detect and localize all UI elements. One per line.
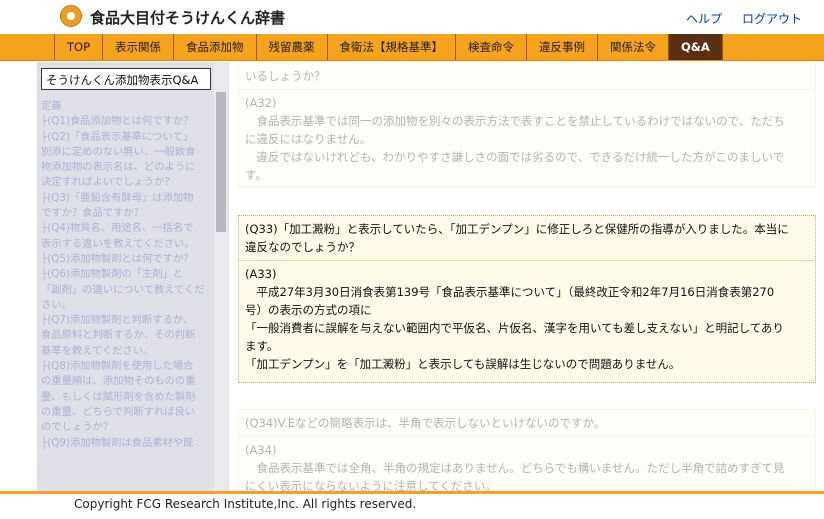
answer-text: 「加工デンプン」を「加工澱粉」と表示しても誤解は生じないので問題ありません。 bbox=[245, 357, 681, 371]
nav-top[interactable]: TOP bbox=[54, 34, 102, 60]
qa-card-33: (Q33)「加工澱粉」と表示していたら、「加工デンプン」に修正しろと保健所の指導… bbox=[238, 215, 816, 383]
answer-label: (A33) bbox=[245, 267, 277, 281]
nav-labeling[interactable]: 表示関係 bbox=[102, 34, 173, 60]
sidebar-item[interactable]: ├(Q7)添加物製剤と判断するか、 bbox=[41, 313, 213, 328]
answer-text: 食品表示基準では同一の添加物を別々の表示方法で表すことを禁止しているわけではない… bbox=[245, 114, 785, 128]
sidebar-item[interactable]: 基準を教えてください。 bbox=[41, 344, 213, 359]
sidebar-item[interactable]: 決定すればよいでしょうか？ bbox=[41, 175, 213, 190]
header-links: ヘルプ ログアウト bbox=[670, 10, 802, 27]
logo-icon bbox=[60, 5, 82, 27]
sidebar-item[interactable]: の重量順は、添加物そのものの重 bbox=[41, 374, 213, 389]
sidebar-item[interactable]: のでしょうか？ bbox=[41, 420, 213, 435]
sidebar-item[interactable]: ├(Q6)添加物製剤の「主剤」と bbox=[41, 267, 213, 282]
sidebar-list: 定義 ├(Q1)食品添加物とは何ですか？ ├(Q2)「食品表示基準について」 別… bbox=[41, 99, 213, 451]
nav-food-sanitation[interactable]: 食衛法【規格基準】 bbox=[326, 34, 456, 60]
sidebar-item[interactable]: ├(Q5)添加物製剤とは何ですか？ bbox=[41, 252, 213, 267]
question-text: (Q33)「加工澱粉」と表示していたら、「加工デンプン」に修正しろと保健所の指導… bbox=[239, 216, 815, 260]
answer-text: 食品表示基準では全角、半角の規定はありません。どちらでも構いません。ただし半角で… bbox=[245, 461, 785, 475]
nav-pesticides[interactable]: 残留農薬 bbox=[255, 34, 327, 60]
sidebar-item[interactable]: 物添加物の表示名は、どのように bbox=[41, 160, 213, 175]
nav-laws[interactable]: 関係法令 bbox=[597, 34, 668, 60]
answer-text: にくい表示にならないように注意してください。 bbox=[245, 479, 497, 492]
nav-violations[interactable]: 違反事例 bbox=[526, 34, 597, 60]
sidebar-item[interactable]: ├(Q9)添加物製剤は食品素材や既 bbox=[41, 436, 213, 451]
answer-text: 号）の表示の方式の項に bbox=[245, 303, 372, 317]
qa-card-34: (Q34)V.Eなどの簡略表示は、半角で表示しないといけないのですか。 (A34… bbox=[238, 409, 816, 492]
sidebar-title: そうけんくん添加物表示Q&A bbox=[41, 68, 211, 90]
sidebar-item[interactable]: さい。 bbox=[41, 298, 213, 313]
answer-block: (A32) 食品表示基準では同一の添加物を別々の表示方法で表すことを禁止している… bbox=[239, 89, 815, 188]
sidebar-item[interactable]: 定義 bbox=[41, 99, 213, 114]
answer-text: 違反ではないけれども、わかりやすさ謙しさの面では劣るので、できるだけ統一した方が… bbox=[245, 150, 785, 164]
sidebar-item[interactable]: 量、もしくは賦形剤を含めた製剤 bbox=[41, 390, 213, 405]
scrollbar-thumb[interactable] bbox=[216, 92, 226, 232]
sidebar-item[interactable]: の重量、どちらで判断すれば良い bbox=[41, 405, 213, 420]
help-link[interactable]: ヘルプ bbox=[686, 12, 722, 26]
site-title: 食品大目付そうけんくん辞書 bbox=[90, 9, 286, 27]
answer-block: (A34) 食品表示基準では全角、半角の規定はありません。どちらでも構いません。… bbox=[239, 436, 815, 492]
answer-text: す。 bbox=[245, 168, 267, 182]
question-line: 違反なのでしょうか？ bbox=[245, 240, 360, 254]
answer-label: (A32) bbox=[245, 96, 277, 110]
answer-text: ます。 bbox=[245, 339, 279, 353]
question-text: (Q34)V.Eなどの簡略表示は、半角で表示しないといけないのですか。 bbox=[245, 416, 606, 430]
sidebar-item[interactable]: ├(Q1)食品添加物とは何ですか？ bbox=[41, 114, 213, 129]
sidebar-item[interactable]: ├(Q3)「亜鉛含有酵母」は添加物 bbox=[41, 191, 213, 206]
question-line: (Q33)「加工澱粉」と表示していたら、「加工デンプン」に修正しろと保健所の指導… bbox=[245, 222, 789, 236]
sidebar-item[interactable]: ├(Q8)添加物製剤を使用した場合 bbox=[41, 359, 213, 374]
sidebar-item[interactable]: ├(Q2)「食品表示基準について」 bbox=[41, 130, 213, 145]
footer-divider bbox=[0, 491, 824, 494]
sidebar-scrollbar[interactable] bbox=[214, 62, 228, 492]
answer-text: 平成27年3月30日消食表第139号「食品表示基準について」（最終改正令和2年7… bbox=[245, 285, 775, 299]
nav-qa[interactable]: Q&A bbox=[668, 34, 723, 60]
copyright: Copyright FCG Research Institute,Inc. Al… bbox=[74, 497, 417, 511]
logout-link[interactable]: ログアウト bbox=[742, 12, 802, 26]
nav-additives[interactable]: 食品添加物 bbox=[173, 34, 256, 60]
sidebar-item[interactable]: 表示する違いを教えてください。 bbox=[41, 237, 213, 252]
qa-card-32: いるしょうか？ (A32) 食品表示基準では同一の添加物を別々の表示方法で表すこ… bbox=[238, 62, 816, 188]
answer-text: 「一般消費者に誤解を与えない範囲内で平仮名、片仮名、漢字を用いても差し支えない」… bbox=[245, 321, 784, 335]
qa-content: いるしょうか？ (A32) 食品表示基準では同一の添加物を別々の表示方法で表すこ… bbox=[236, 62, 821, 492]
sidebar-item[interactable]: ├(Q4)物質名、用途名、一括名で bbox=[41, 221, 213, 236]
answer-label: (A34) bbox=[245, 443, 277, 457]
answer-text: に違反にはなりません。 bbox=[245, 132, 372, 146]
sidebar-item[interactable]: 「副剤」の違いについて教えてくだ bbox=[41, 283, 213, 298]
main-nav: TOP 表示関係 食品添加物 残留農薬 食衛法【規格基準】 検査命令 違反事例 … bbox=[0, 34, 824, 61]
sidebar-item[interactable]: 別添に定めのない無い、一般飲食 bbox=[41, 145, 213, 160]
header: 食品大目付そうけんくん辞書 ヘルプ ログアウト bbox=[0, 0, 824, 34]
answer-block: (A33) 平成27年3月30日消食表第139号「食品表示基準について」（最終改… bbox=[239, 260, 815, 377]
question-text: いるしょうか？ bbox=[245, 69, 326, 83]
sidebar-item[interactable]: ですか？食品ですか？ bbox=[41, 206, 213, 221]
nav-inspection[interactable]: 検査命令 bbox=[455, 34, 526, 60]
sidebar-item[interactable]: 食品原料と判断するか、その判断 bbox=[41, 328, 213, 343]
sidebar: そうけんくん添加物表示Q&A 定義 ├(Q1)食品添加物とは何ですか？ ├(Q2… bbox=[37, 62, 229, 492]
